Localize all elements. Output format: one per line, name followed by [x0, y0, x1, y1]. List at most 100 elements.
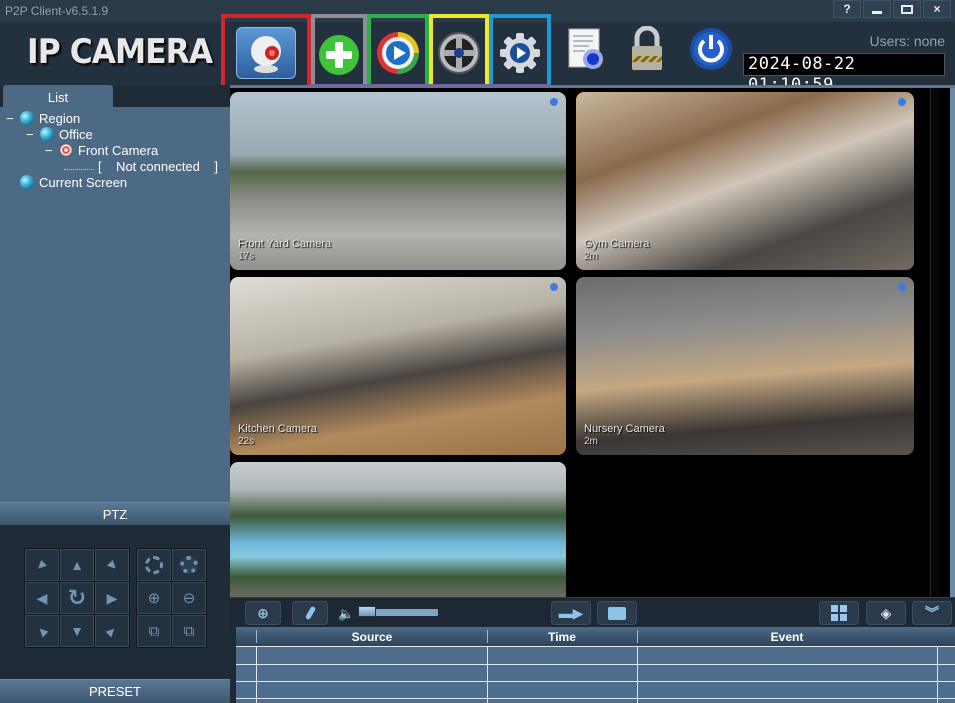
preset-header[interactable]: PRESET: [0, 679, 230, 703]
arrow-down-icon: ▼: [70, 623, 84, 639]
microphone-icon: [304, 605, 316, 621]
camera-icon: [59, 143, 73, 157]
column-header-event[interactable]: Event: [637, 630, 937, 644]
ptz-header[interactable]: PTZ: [0, 502, 230, 525]
tree-node-current-screen[interactable]: Current Screen: [20, 174, 127, 190]
left-panel: List − Region − Office − Front Camera [ …: [0, 85, 230, 703]
minimize-button[interactable]: [863, 0, 891, 18]
collapse-panel-button[interactable]: ︾: [912, 601, 952, 625]
fullscreen-button[interactable]: ◈: [866, 601, 906, 625]
camera-name: Gym Camera: [584, 238, 650, 250]
ptz-right-button[interactable]: ▶: [95, 582, 129, 614]
talk-button[interactable]: [292, 601, 328, 625]
tree-node-connection-status[interactable]: [ Not connected ]: [64, 158, 218, 174]
video-grid: Front Yard Camera 17s Gym Camera 2m Kitc…: [230, 85, 955, 597]
maximize-button[interactable]: [893, 0, 921, 18]
focus-near-icon: ⧉: [148, 622, 160, 640]
status-dot-icon: [550, 283, 558, 291]
gear-icon: [500, 33, 540, 73]
camera-tile[interactable]: Front Yard Camera 17s: [230, 92, 566, 270]
monitor-button[interactable]: [221, 14, 311, 92]
tab-list[interactable]: List: [3, 85, 113, 108]
event-table-header: Source Time Event: [236, 627, 955, 646]
ptz-auto-rotate-button[interactable]: ↻: [60, 582, 94, 614]
camera-tile[interactable]: Kitchen Camera 22s: [230, 277, 566, 455]
zoom-out-button[interactable]: ⊖: [172, 582, 206, 614]
rotate-icon: ↻: [67, 585, 87, 610]
collapse-toggle[interactable]: −: [26, 127, 40, 142]
arrow-right-icon: ▶: [106, 589, 118, 606]
volume-slider-thumb[interactable]: [358, 606, 376, 617]
snapshot-button[interactable]: [597, 601, 637, 625]
focus-far-button[interactable]: ⧉: [172, 615, 206, 647]
ptz-control-button[interactable]: [429, 14, 489, 92]
ptz-left-button[interactable]: ◀: [25, 582, 59, 614]
camera-tile[interactable]: Gym Camera 2m: [576, 92, 914, 270]
globe-icon: [40, 127, 54, 141]
layout-button[interactable]: [819, 601, 859, 625]
tree-node-region[interactable]: − Region: [6, 110, 80, 126]
globe-icon: [20, 175, 34, 189]
table-row-line: [236, 698, 955, 699]
camera-tile[interactable]: [230, 462, 566, 597]
collapse-toggle[interactable]: −: [45, 143, 59, 158]
record-button[interactable]: ▬▶: [551, 601, 591, 625]
ptz-down-button[interactable]: ▼: [60, 615, 94, 647]
tree-node-label: Current Screen: [39, 174, 128, 190]
ptz-up-right-button[interactable]: ▼: [95, 549, 129, 581]
ptz-up-button[interactable]: ▲: [60, 549, 94, 581]
table-col-line: [487, 646, 488, 703]
speaker-muted-icon[interactable]: 🔈: [338, 606, 354, 621]
iris-close-button[interactable]: [137, 549, 171, 581]
plus-icon: [319, 35, 359, 75]
video-controls: ⊕ 🔈 ▬▶ ◈ ︾: [230, 597, 955, 627]
video-scrollbar[interactable]: [930, 88, 940, 597]
lock-button[interactable]: [622, 24, 672, 74]
ptz-up-left-button[interactable]: ▼: [25, 549, 59, 581]
tree-node-label: Office: [59, 126, 93, 142]
settings-button[interactable]: [489, 14, 551, 92]
playback-button[interactable]: [367, 14, 429, 92]
arrow-up-right-icon: ▼: [101, 554, 123, 576]
status-dot-icon: [898, 283, 906, 291]
close-button[interactable]: ×: [923, 0, 951, 18]
zoom-in-icon: ⊕: [147, 590, 161, 607]
column-header-time[interactable]: Time: [487, 630, 637, 644]
column-header-source[interactable]: Source: [257, 630, 487, 644]
camera-tile[interactable]: Nursery Camera 2m: [576, 277, 914, 455]
layout-grid-icon: [831, 605, 847, 621]
digital-zoom-button[interactable]: ⊕: [245, 601, 281, 625]
zoom-in-button[interactable]: ⊕: [137, 582, 171, 614]
ptz-down-right-button[interactable]: ▲: [95, 615, 129, 647]
log-button[interactable]: [561, 24, 611, 74]
focus-far-icon: ⧉: [183, 622, 195, 640]
clock-display: 2024-08-22 01:10:59: [743, 53, 945, 95]
table-col-line: [256, 646, 257, 703]
camera-age: 17s: [238, 251, 255, 262]
tree-node-front-camera[interactable]: − Front Camera: [45, 142, 158, 158]
ptz-lens-pad: ⊕ ⊖ ⧉ ⧉: [136, 548, 207, 648]
record-icon: ▬▶: [558, 604, 584, 621]
webcam-icon: [236, 27, 296, 79]
iris-close-icon: [145, 556, 163, 574]
tree-node-office[interactable]: − Office: [26, 126, 93, 142]
zoom-icon: ⊕: [257, 604, 269, 621]
arrow-up-icon: ▲: [70, 557, 84, 573]
add-device-button[interactable]: [311, 14, 367, 92]
help-button[interactable]: ?: [833, 0, 861, 18]
table-row-line: [236, 646, 955, 647]
camera-name: Nursery Camera: [584, 423, 665, 435]
iris-open-button[interactable]: [172, 549, 206, 581]
focus-near-button[interactable]: ⧉: [137, 615, 171, 647]
exit-button[interactable]: [686, 24, 736, 74]
ptz-down-left-button[interactable]: ▲: [25, 615, 59, 647]
power-icon: [690, 28, 732, 70]
log-icon: [568, 28, 603, 69]
device-tree: − Region − Office − Front Camera [ Not c…: [0, 107, 230, 502]
tree-node-label: Region: [39, 110, 81, 126]
header: IP CAMERA Users: none 2024-08-22 01:10:5…: [0, 14, 955, 95]
ptz-direction-pad: ▼ ▲ ▼ ◀ ↻ ▶ ▲ ▼ ▲: [24, 548, 130, 648]
collapse-toggle[interactable]: −: [6, 111, 20, 126]
video-right-border: [950, 88, 955, 597]
connection-status-label: [ Not connected ]: [98, 158, 218, 174]
